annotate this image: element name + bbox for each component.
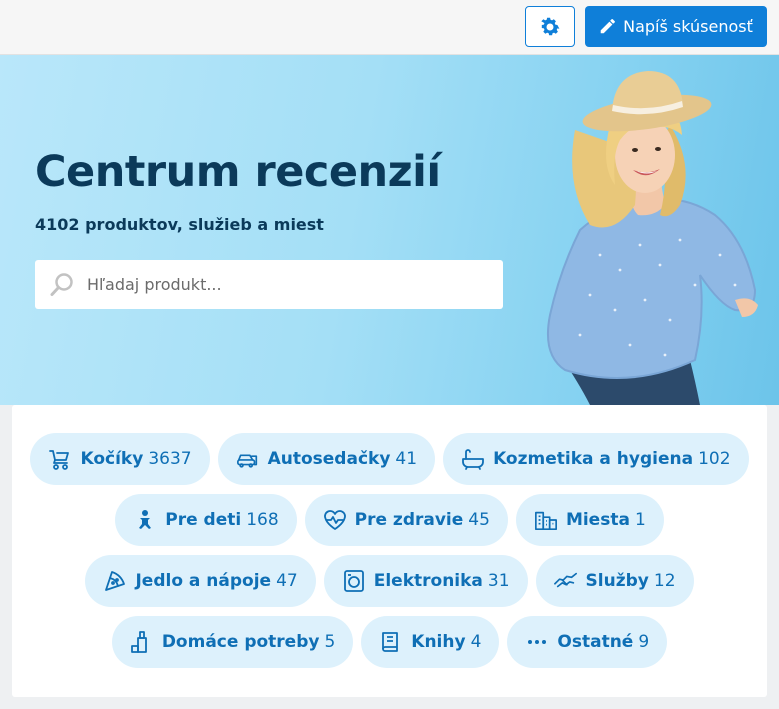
category-ostatne[interactable]: Ostatné 9 (507, 616, 668, 668)
category-label: Pre zdravie (354, 510, 464, 530)
write-review-button[interactable]: Napíš skúsenosť (585, 6, 767, 47)
category-count: 4 (470, 632, 482, 652)
category-pre-zdravie[interactable]: Pre zdravie 45 (304, 494, 508, 546)
category-row: Pre deti 168 Pre zdravie 45 Miesta 1 (12, 494, 767, 546)
category-label: Miesta (565, 510, 630, 530)
category-row: Jedlo a nápoje 47 Elektronika 31 Služby … (12, 555, 767, 607)
category-row: Domáce potreby 5 Knihy 4 Ostatné 9 (12, 616, 767, 668)
category-label: Knihy (411, 632, 466, 652)
categories-panel: Kočíky 3637 Autosedačky 41 Kozmetika a h… (12, 405, 767, 697)
handshake-icon (553, 569, 578, 593)
pencil-icon (600, 19, 616, 34)
more-icon (525, 630, 549, 654)
category-label: Autosedačky (267, 449, 391, 469)
search-icon (50, 272, 73, 296)
category-row: Kočíky 3637 Autosedačky 41 Kozmetika a h… (12, 433, 767, 485)
write-review-label: Napíš skúsenosť (623, 17, 753, 36)
bathtub-icon (461, 447, 485, 471)
category-count: 31 (487, 571, 510, 591)
category-count: 102 (698, 449, 731, 469)
category-label: Kočíky (80, 449, 144, 469)
product-count-subtitle: 4102 produktov, služieb a miest (35, 215, 324, 234)
category-pre-deti[interactable]: Pre deti 168 (115, 494, 297, 546)
top-bar: Napíš skúsenosť (0, 0, 779, 55)
gear-icon (541, 17, 560, 35)
category-domace[interactable]: Domáce potreby 5 (111, 616, 354, 668)
category-miesta[interactable]: Miesta 1 (515, 494, 664, 546)
pizza-icon (103, 569, 127, 593)
category-kozmetika[interactable]: Kozmetika a hygiena 102 (443, 433, 749, 485)
category-count: 3637 (148, 449, 192, 469)
category-count: 12 (653, 571, 676, 591)
page-title: Centrum recenzií (35, 147, 441, 197)
category-knihy[interactable]: Knihy 4 (361, 616, 500, 668)
washing-machine-icon (342, 569, 366, 593)
category-count: 168 (246, 510, 279, 530)
category-label: Služby (585, 571, 649, 591)
category-label: Kozmetika a hygiena (493, 449, 694, 469)
hero-banner: Centrum recenzií 4102 produktov, služieb… (0, 55, 779, 405)
category-count: 45 (468, 510, 490, 530)
category-label: Ostatné (557, 632, 634, 652)
settings-button[interactable] (525, 6, 575, 47)
category-label: Jedlo a nápoje (135, 571, 272, 591)
category-count: 1 (634, 510, 646, 530)
category-count: 47 (276, 571, 298, 591)
car-icon (236, 447, 260, 471)
category-count: 9 (638, 632, 650, 652)
category-kociky[interactable]: Kočíky 3637 (30, 433, 210, 485)
cleaning-icon (130, 630, 154, 654)
category-count: 41 (395, 449, 418, 469)
search-box[interactable] (35, 260, 503, 309)
hero-photo (546, 71, 758, 405)
category-label: Pre deti (165, 510, 242, 530)
baby-icon (133, 508, 157, 532)
category-label: Domáce potreby (161, 632, 320, 652)
category-autosedacky[interactable]: Autosedačky 41 (217, 433, 436, 485)
city-icon (534, 508, 558, 532)
search-input[interactable] (87, 275, 487, 294)
category-elektronika[interactable]: Elektronika 31 (323, 555, 528, 607)
book-icon (379, 630, 403, 654)
heartbeat-icon (323, 508, 347, 532)
category-label: Elektronika (373, 571, 483, 591)
category-jedlo[interactable]: Jedlo a nápoje 47 (85, 555, 316, 607)
stroller-icon (48, 447, 72, 471)
category-count: 5 (324, 632, 336, 652)
category-sluzby[interactable]: Služby 12 (535, 555, 694, 607)
